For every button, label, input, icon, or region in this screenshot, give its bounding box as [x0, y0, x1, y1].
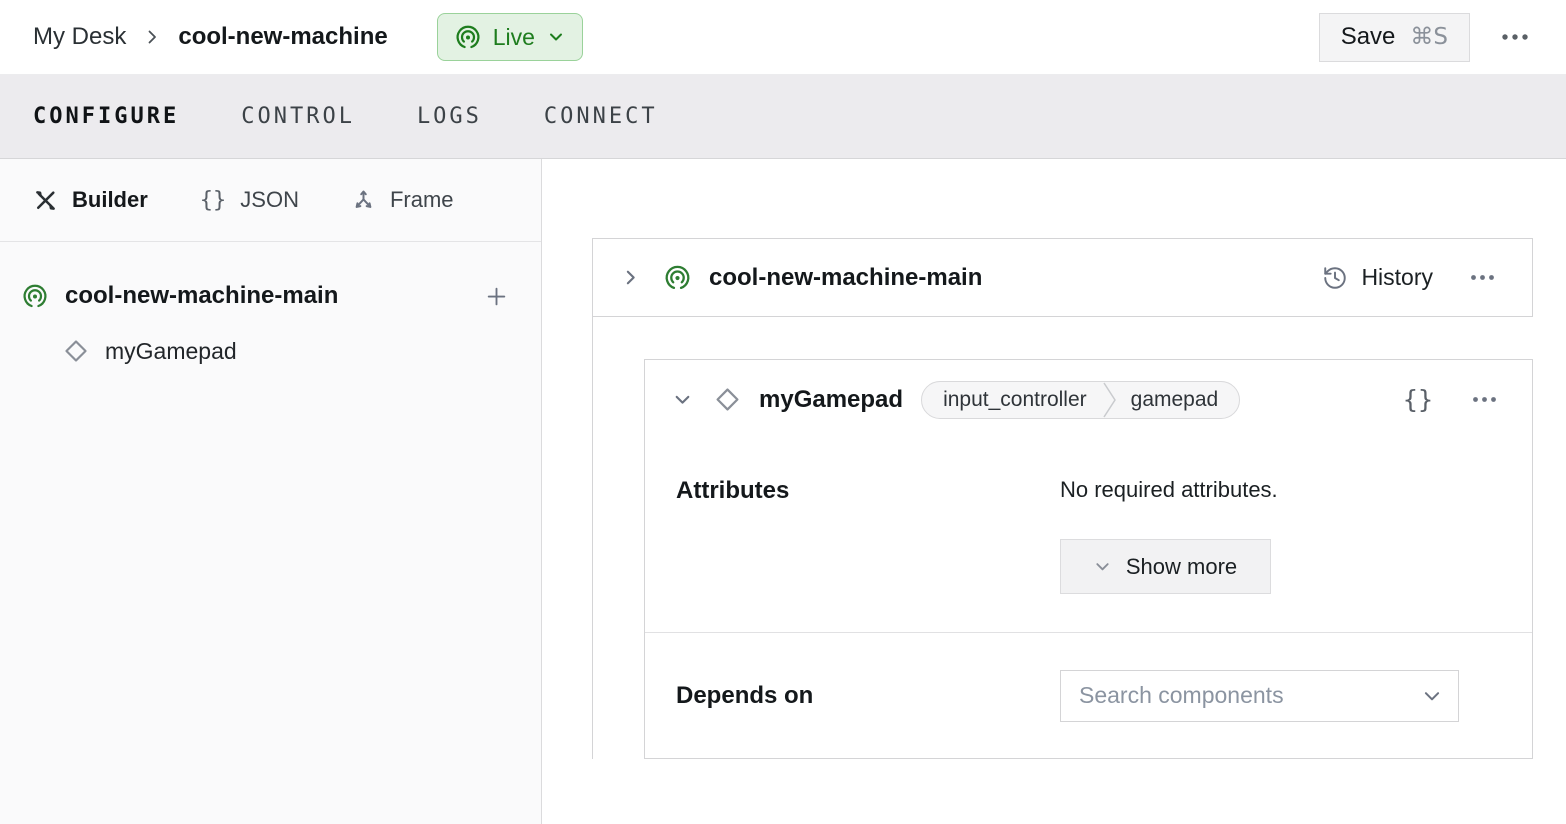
attributes-empty-text: No required attributes.: [1060, 477, 1278, 503]
top-bar-actions: Save ⌘S: [1319, 13, 1536, 62]
chevron-down-icon: [1094, 558, 1111, 575]
show-more-label: Show more: [1126, 554, 1237, 580]
more-menu-button[interactable]: [1494, 26, 1536, 48]
tree-item-label: myGamepad: [105, 338, 237, 365]
collapse-component-chevron-down-icon[interactable]: [673, 390, 692, 409]
machine-icon: [664, 264, 691, 291]
view-tab-label: Builder: [72, 187, 148, 213]
plus-icon: [484, 284, 509, 309]
tools-icon: [33, 188, 58, 213]
component-type-badge: input_controller gamepad: [921, 381, 1240, 419]
show-more-button[interactable]: Show more: [1060, 539, 1271, 594]
component-card: myGamepad input_controller gamepad {}: [644, 359, 1533, 759]
tree-item-label: cool-new-machine-main: [65, 282, 465, 310]
top-bar: My Desk cool-new-machine Live Save: [0, 0, 1566, 75]
ellipsis-icon: [1469, 273, 1496, 282]
save-label: Save: [1341, 23, 1396, 51]
breadcrumb: My Desk cool-new-machine: [33, 23, 388, 51]
history-label: History: [1361, 264, 1433, 291]
machine-live-icon: [455, 24, 481, 50]
tab-configure[interactable]: CONFIGURE: [33, 104, 179, 129]
view-tab-frame[interactable]: Frame: [351, 187, 454, 213]
machine-card-more-button[interactable]: [1463, 267, 1502, 288]
live-status-label: Live: [493, 24, 535, 51]
resource-tree: cool-new-machine-main myGamepad: [0, 242, 541, 376]
chevron-down-icon: [1422, 686, 1442, 706]
view-toggle: Builder {} JSON Frame: [0, 159, 541, 242]
live-status-badge[interactable]: Live: [437, 13, 583, 61]
tab-bar: CONFIGURE CONTROL LOGS CONNECT: [0, 75, 1566, 159]
frame-axes-icon: [351, 188, 376, 213]
tree-item-machine[interactable]: cool-new-machine-main: [0, 270, 541, 322]
nested-components-wrapper: myGamepad input_controller gamepad {}: [592, 317, 1533, 759]
badge-model: gamepad: [1117, 382, 1240, 418]
history-icon: [1322, 265, 1348, 291]
attributes-section: Attributes No required attributes. Show …: [645, 439, 1532, 633]
tab-control[interactable]: CONTROL: [241, 104, 355, 129]
view-tab-builder[interactable]: Builder: [33, 187, 148, 213]
component-diamond-icon: [714, 386, 741, 413]
badge-type: input_controller: [922, 382, 1103, 418]
sidebar: Builder {} JSON Frame: [0, 159, 542, 824]
search-components-input[interactable]: [1079, 682, 1422, 709]
tab-logs[interactable]: LOGS: [417, 104, 482, 129]
badge-separator-chevron-icon: [1103, 382, 1117, 418]
main-panel: cool-new-machine-main History: [542, 159, 1566, 824]
machine-part-card: cool-new-machine-main History: [592, 238, 1533, 317]
machine-icon: [22, 283, 48, 309]
attributes-label: Attributes: [676, 477, 1060, 632]
chevron-down-icon: [547, 28, 565, 46]
component-card-more-button[interactable]: [1465, 389, 1504, 410]
component-card-header[interactable]: myGamepad input_controller gamepad {}: [645, 360, 1532, 439]
ellipsis-icon: [1471, 395, 1498, 404]
view-tab-label: Frame: [390, 187, 454, 213]
view-tab-json[interactable]: {} JSON: [200, 187, 299, 213]
ellipsis-icon: [1500, 32, 1530, 42]
content-area: Builder {} JSON Frame: [0, 159, 1566, 824]
expand-machine-chevron-right-icon[interactable]: [621, 268, 640, 287]
depends-on-select[interactable]: [1060, 670, 1459, 722]
view-tab-label: JSON: [240, 187, 299, 213]
breadcrumb-separator-icon: [143, 28, 161, 46]
tree-item-component[interactable]: myGamepad: [0, 326, 541, 376]
component-diamond-icon: [63, 338, 89, 364]
history-button[interactable]: History: [1322, 264, 1433, 291]
braces-icon: {}: [1403, 385, 1433, 414]
save-button[interactable]: Save ⌘S: [1319, 13, 1470, 62]
machine-part-title: cool-new-machine-main: [709, 264, 982, 292]
add-resource-button[interactable]: [482, 282, 511, 311]
breadcrumb-current: cool-new-machine: [178, 23, 387, 51]
depends-on-section: Depends on: [645, 633, 1532, 758]
breadcrumb-parent-link[interactable]: My Desk: [33, 23, 126, 51]
app-window: My Desk cool-new-machine Live Save: [0, 0, 1566, 824]
component-card-actions: {}: [1397, 379, 1504, 420]
save-shortcut: ⌘S: [1410, 24, 1448, 50]
code-view-button[interactable]: {}: [1397, 379, 1439, 420]
depends-on-label: Depends on: [676, 682, 1060, 710]
braces-icon: {}: [200, 188, 227, 213]
component-title: myGamepad: [759, 386, 903, 414]
attributes-content: No required attributes. Show more: [1060, 477, 1278, 632]
tab-connect[interactable]: CONNECT: [544, 104, 658, 129]
